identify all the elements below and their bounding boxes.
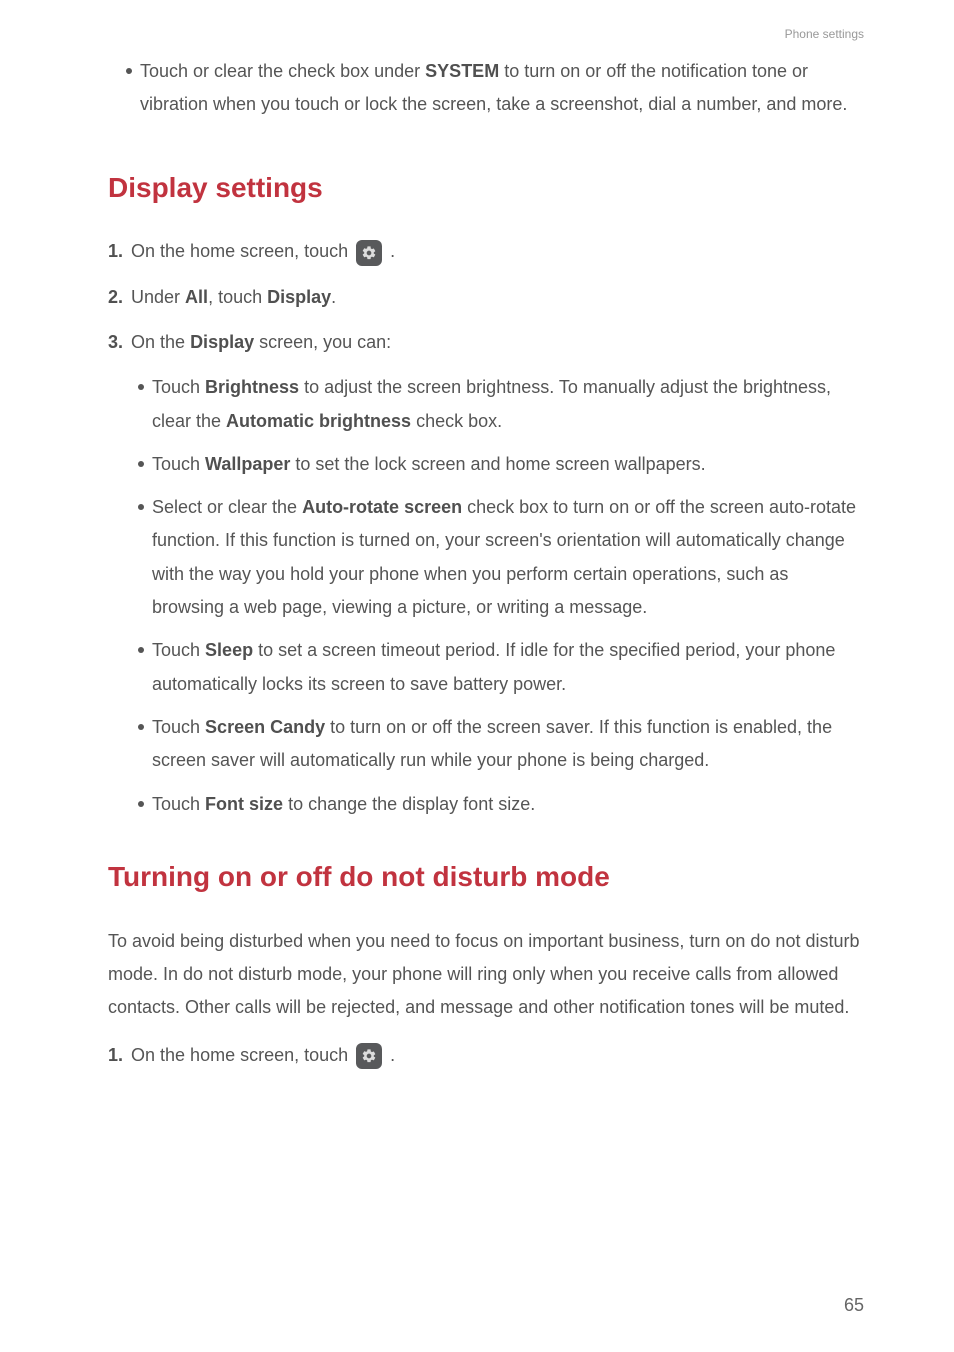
- bullet-dot-icon: [138, 461, 144, 467]
- text-fragment: , touch: [208, 287, 267, 307]
- text-fragment: Touch: [152, 794, 205, 814]
- step-number: 3.: [108, 326, 123, 359]
- text-fragment: On the home screen, touch: [131, 1045, 353, 1065]
- bullet-text: Touch Brightness to adjust the screen br…: [152, 371, 864, 438]
- bold-wallpaper: Wallpaper: [205, 454, 290, 474]
- text-fragment: .: [390, 241, 395, 261]
- bullet-dot-icon: [138, 801, 144, 807]
- bullet-text: Touch Wallpaper to set the lock screen a…: [152, 448, 864, 481]
- step-number: 1.: [108, 235, 123, 268]
- sub-bullet-wallpaper: Touch Wallpaper to set the lock screen a…: [138, 448, 864, 481]
- text-fragment: Touch: [152, 454, 205, 474]
- bold-auto-brightness: Automatic brightness: [226, 411, 411, 431]
- settings-gear-icon: [356, 240, 382, 266]
- page-content: Touch or clear the check box under SYSTE…: [108, 0, 864, 1072]
- bullet-dot-icon: [126, 68, 132, 74]
- dnd-step-1: 1. On the home screen, touch .: [108, 1039, 864, 1072]
- sub-bullet-brightness: Touch Brightness to adjust the screen br…: [138, 371, 864, 438]
- bold-sleep: Sleep: [205, 640, 253, 660]
- bullet-text: Touch Screen Candy to turn on or off the…: [152, 711, 864, 778]
- step-1: 1. On the home screen, touch .: [108, 235, 864, 268]
- step-2: 2. Under All, touch Display.: [108, 281, 864, 314]
- step-text: Under All, touch Display.: [131, 281, 864, 314]
- step-text: On the home screen, touch .: [131, 235, 864, 268]
- text-fragment: Under: [131, 287, 185, 307]
- step-number: 2.: [108, 281, 123, 314]
- bold-brightness: Brightness: [205, 377, 299, 397]
- heading-display-settings: Display settings: [108, 162, 864, 214]
- sub-bullet-auto-rotate: Select or clear the Auto-rotate screen c…: [138, 491, 864, 624]
- settings-gear-icon: [356, 1043, 382, 1069]
- top-bullet-item: Touch or clear the check box under SYSTE…: [126, 55, 864, 122]
- step-text: On the Display screen, you can:: [131, 326, 864, 359]
- dnd-paragraph: To avoid being disturbed when you need t…: [108, 925, 864, 1025]
- top-bullet-text: Touch or clear the check box under SYSTE…: [140, 55, 864, 122]
- text-fragment: check box.: [411, 411, 502, 431]
- step-text: On the home screen, touch .: [131, 1039, 864, 1072]
- bold-display: Display: [190, 332, 254, 352]
- bullet-dot-icon: [138, 504, 144, 510]
- bullet-text: Select or clear the Auto-rotate screen c…: [152, 491, 864, 624]
- step-3: 3. On the Display screen, you can:: [108, 326, 864, 359]
- sub-bullet-screen-candy: Touch Screen Candy to turn on or off the…: [138, 711, 864, 778]
- header-section-label: Phone settings: [785, 23, 864, 45]
- text-fragment: .: [331, 287, 336, 307]
- page-number: 65: [844, 1289, 864, 1322]
- step-number: 1.: [108, 1039, 123, 1072]
- text-fragment: screen, you can:: [254, 332, 391, 352]
- bullet-text: Touch Font size to change the display fo…: [152, 788, 864, 821]
- heading-do-not-disturb: Turning on or off do not disturb mode: [108, 851, 864, 903]
- text-fragment: On the home screen, touch: [131, 241, 353, 261]
- bullet-dot-icon: [138, 384, 144, 390]
- text-fragment: to set a screen timeout period. If idle …: [152, 640, 835, 693]
- text-fragment: Touch or clear the check box under: [140, 61, 425, 81]
- text-fragment: to change the display font size.: [283, 794, 535, 814]
- bold-font-size: Font size: [205, 794, 283, 814]
- bullet-dot-icon: [138, 647, 144, 653]
- bullet-text: Touch Sleep to set a screen timeout peri…: [152, 634, 864, 701]
- text-fragment: On the: [131, 332, 190, 352]
- sub-bullet-font-size: Touch Font size to change the display fo…: [138, 788, 864, 821]
- text-fragment: Touch: [152, 640, 205, 660]
- bold-system: SYSTEM: [425, 61, 499, 81]
- text-fragment: to set the lock screen and home screen w…: [290, 454, 705, 474]
- text-fragment: .: [390, 1045, 395, 1065]
- text-fragment: Touch: [152, 377, 205, 397]
- bold-auto-rotate: Auto-rotate screen: [302, 497, 462, 517]
- bold-display: Display: [267, 287, 331, 307]
- text-fragment: Select or clear the: [152, 497, 302, 517]
- bold-screen-candy: Screen Candy: [205, 717, 325, 737]
- bold-all: All: [185, 287, 208, 307]
- text-fragment: Touch: [152, 717, 205, 737]
- sub-bullet-sleep: Touch Sleep to set a screen timeout peri…: [138, 634, 864, 701]
- bullet-dot-icon: [138, 724, 144, 730]
